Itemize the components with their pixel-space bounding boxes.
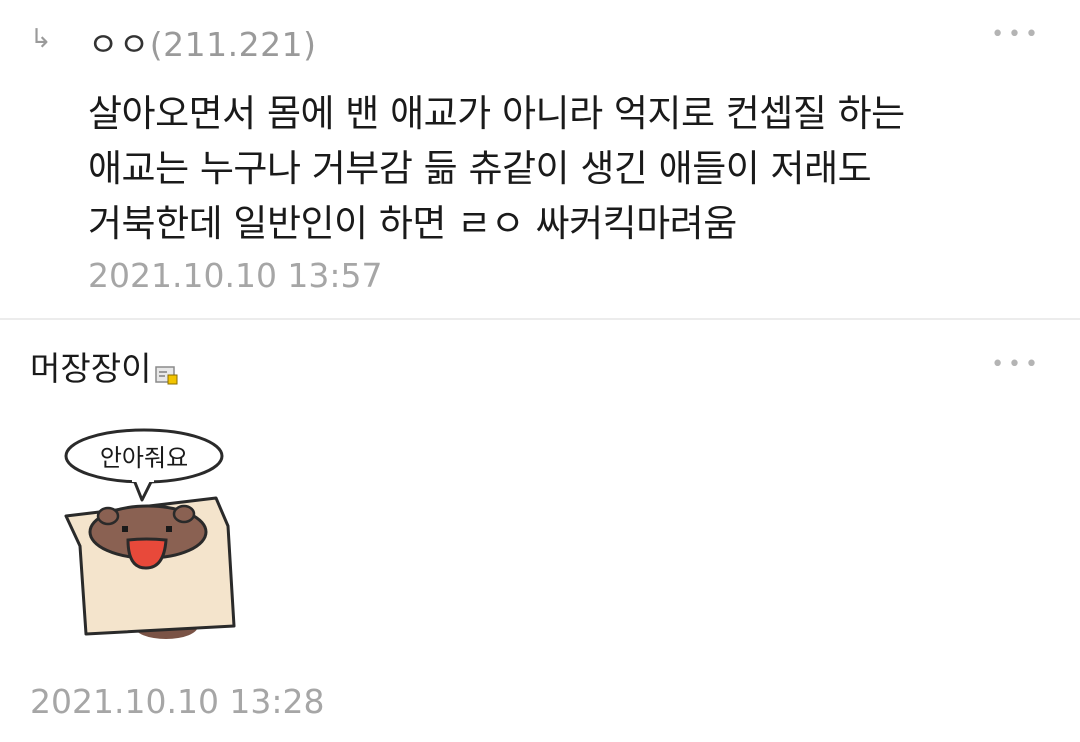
reply-body: 살아오면서 몸에 밴 애교가 아니라 억지로 컨셉질 하는 애교는 누구나 거부… — [88, 86, 1048, 251]
gallery-member-icon — [155, 355, 179, 385]
reply-body-line: 애교는 누구나 거부감 듦 츄같이 생긴 애들이 저래도 — [88, 147, 872, 190]
more-options-icon[interactable]: ••• — [991, 352, 1042, 377]
flying-squirrel-sticker-image: 안아줘요 — [64, 428, 236, 639]
more-options-icon[interactable]: ••• — [991, 22, 1042, 47]
comment-author[interactable]: 머장장이 — [30, 342, 179, 390]
reply-author-name: ㅇㅇ — [88, 25, 150, 64]
reply-comment: ↳ ㅇㅇ(211.221) ••• 살아오면서 몸에 밴 애교가 아니라 억지로… — [0, 0, 1080, 318]
reply-author-ip: (211.221) — [149, 25, 317, 64]
comment: 머장장이 ••• 안아줘요 2021.10.10 13:28 — [0, 320, 1080, 742]
reply-body-line: 거북한데 일반인이 하면 ㄹㅇ 싸커킥마려움 — [88, 202, 737, 245]
comment-author-name: 머장장이 — [30, 349, 152, 388]
reply-body-line: 살아오면서 몸에 밴 애교가 아니라 억지로 컨셉질 하는 — [88, 92, 905, 135]
reply-arrow-icon: ↳ — [30, 24, 52, 54]
dccon-sticker: 안아줘요 — [56, 416, 256, 646]
reply-timestamp: 2021.10.10 13:57 — [88, 256, 383, 295]
comment-timestamp: 2021.10.10 13:28 — [30, 682, 325, 721]
reply-author[interactable]: ㅇㅇ(211.221) — [88, 18, 316, 66]
sticker-caption: 안아줘요 — [100, 444, 188, 472]
